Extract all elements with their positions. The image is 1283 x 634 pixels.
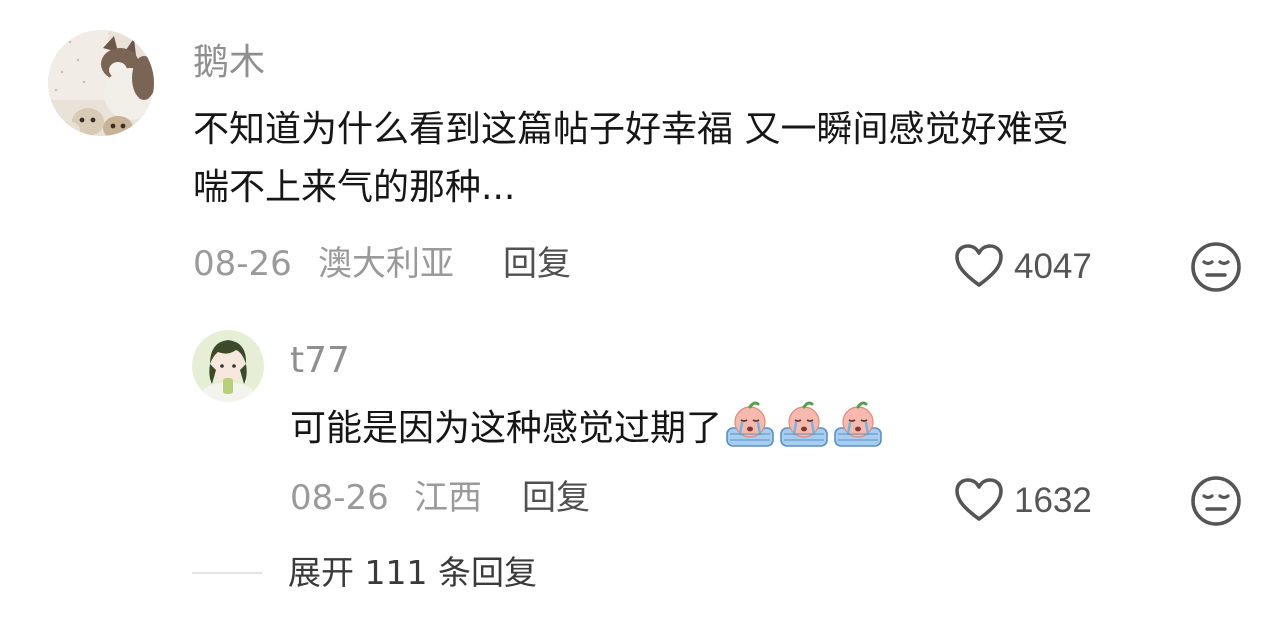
expand-replies-label: 展开 111 条回复 bbox=[288, 553, 537, 592]
reply-reaction-button[interactable] bbox=[1190, 475, 1242, 531]
avatar-comment-author[interactable] bbox=[48, 30, 154, 136]
reply-username[interactable]: t77 bbox=[290, 343, 350, 379]
comment-username[interactable]: 鹅木 bbox=[193, 45, 265, 81]
comment-text: 不知道为什么看到这篇帖子好幸福 又一瞬间感觉好难受 喘不上来气的那种... bbox=[193, 101, 1068, 217]
comment-like-button[interactable]: 4047 bbox=[954, 243, 1092, 289]
cat-avatar-image bbox=[48, 30, 154, 136]
reply-text-content: 可能是因为这种感觉过期了 bbox=[290, 408, 723, 449]
avatar-reply-author[interactable] bbox=[192, 330, 264, 402]
expand-replies-button[interactable]: 展开 111 条回复 bbox=[192, 556, 537, 589]
heart-outline-icon bbox=[955, 478, 1003, 521]
crying-face-emoji-1 bbox=[724, 398, 776, 468]
anime-avatar-image bbox=[192, 330, 264, 402]
crying-face-emoji-3 bbox=[832, 398, 884, 468]
reply-like-count: 1632 bbox=[1014, 480, 1092, 520]
reply-location: 江西 bbox=[414, 478, 482, 518]
comment-date: 08-26 bbox=[193, 244, 292, 284]
reply-date: 08-26 bbox=[290, 478, 389, 518]
comment-location: 澳大利亚 bbox=[318, 244, 454, 284]
comment-reaction-button[interactable] bbox=[1190, 241, 1242, 297]
comment-like-count: 4047 bbox=[1014, 246, 1092, 286]
comment-reply-button[interactable]: 回复 bbox=[503, 247, 571, 281]
expand-divider-line bbox=[192, 571, 262, 574]
reply-reply-button[interactable]: 回复 bbox=[522, 481, 590, 515]
reply-text: 可能是因为这种感觉过期了 bbox=[290, 398, 884, 468]
comment-text-line-1: 不知道为什么看到这篇帖子好幸福 又一瞬间感觉好难受 bbox=[193, 109, 1069, 150]
face-emoji-icon bbox=[1191, 476, 1241, 526]
comment-text-line-2: 喘不上来气的那种... bbox=[193, 167, 516, 208]
heart-outline-icon bbox=[955, 244, 1003, 287]
crying-face-emoji-2 bbox=[778, 398, 830, 468]
face-emoji-icon bbox=[1191, 242, 1241, 292]
reply-like-button[interactable]: 1632 bbox=[954, 477, 1092, 523]
